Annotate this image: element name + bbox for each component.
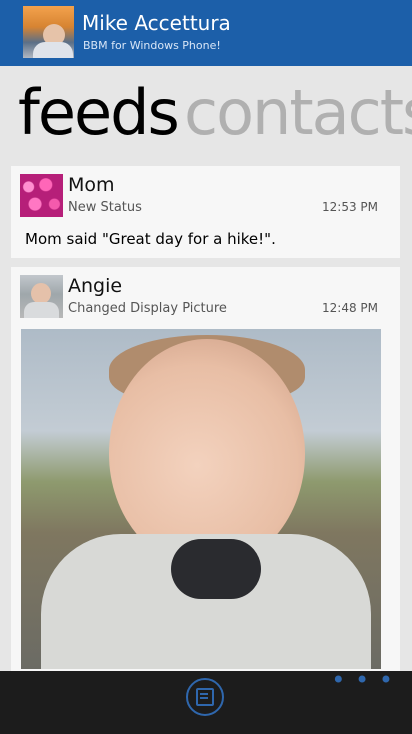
feed-item-angie[interactable]: Angie Changed Display Picture 12:48 PM <box>11 267 400 671</box>
feed-message: Mom said "Great day for a hike!". <box>25 230 276 248</box>
compose-button[interactable] <box>186 678 224 716</box>
avatar-shoulders-shape <box>33 42 73 58</box>
feed-activity: Changed Display Picture <box>68 301 227 316</box>
more-button[interactable]: • • • <box>331 668 394 692</box>
angie-avatar <box>20 275 63 318</box>
display-picture[interactable] <box>21 329 381 669</box>
my-avatar[interactable] <box>23 6 74 58</box>
photo-collar-shape <box>171 539 261 599</box>
thumb-body-shape <box>24 302 59 318</box>
feed-item-mom[interactable]: Mom New Status 12:53 PM Mom said "Great … <box>11 166 400 258</box>
my-name: Mike Accettura <box>82 11 231 35</box>
feed-sender: Angie <box>68 275 123 297</box>
mom-avatar <box>20 174 63 217</box>
tab-contacts[interactable]: contacts <box>184 76 412 149</box>
my-status: BBM for Windows Phone! <box>83 39 221 52</box>
application-bar: • • • <box>0 668 412 734</box>
feed-time: 12:48 PM <box>322 301 378 315</box>
feed-sender: Mom <box>68 174 115 196</box>
pivot-header: feeds contacts <box>0 66 412 160</box>
feed-time: 12:53 PM <box>322 200 378 214</box>
top-bar: Mike Accettura BBM for Windows Phone! <box>0 0 412 66</box>
thumb-face-shape <box>31 283 51 304</box>
feed-activity: New Status <box>68 200 142 215</box>
compose-icon <box>196 688 214 706</box>
tab-feeds[interactable]: feeds <box>18 76 180 149</box>
